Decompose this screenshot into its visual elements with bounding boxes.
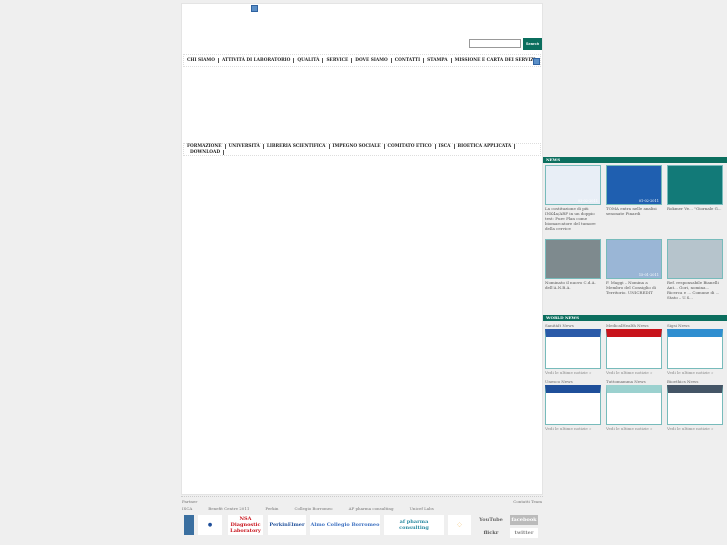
world-news-panel: WORLD NEWS SanitàIt News Vedi le ultime n… [543, 315, 727, 440]
news-item[interactable]: Ref. responsabile Bianelli Ant... Gori, … [667, 239, 723, 300]
search-button[interactable]: Search [523, 38, 542, 50]
nav-item[interactable]: ISCA [436, 144, 455, 150]
world-news-thumbnail[interactable] [667, 329, 723, 369]
news-item[interactable]: Rokmer Ve... "Giornale G... [667, 165, 723, 211]
footer-label: Perkin [265, 506, 279, 511]
top-nav: CHI SIAMO ATTIVITÀ DI LABORATORIO QUALIT… [183, 54, 541, 67]
search-input[interactable] [469, 39, 521, 48]
flickr-link[interactable]: flickr [477, 528, 505, 538]
isca-logo[interactable] [184, 515, 194, 535]
world-news-item: Bioethics News Vedi le ultime notizie » [667, 379, 723, 431]
news-date: 01-02-2011 [638, 199, 659, 203]
world-news-link[interactable]: Vedi le ultime notizie » [545, 426, 601, 431]
world-news-thumbnail[interactable] [606, 329, 662, 369]
news-item[interactable]: 01-02-2011 TOMA entra nelle analisi senon… [606, 165, 662, 216]
world-news-item: MedicalHealth News Vedi le ultime notizie… [606, 323, 662, 375]
news-item[interactable]: Nominato il nuovo C.d.A. dell'A.N.B.A. [545, 239, 601, 290]
news-thumbnail[interactable] [667, 165, 723, 205]
footer-label: Unicef Labs [409, 506, 434, 511]
news-caption[interactable]: F. Maggi – Nomina a Membro del Consiglio… [606, 280, 662, 295]
broken-image-icon [533, 58, 540, 65]
news-caption[interactable]: La costituzione di più INK4a/ARF in un d… [545, 206, 601, 231]
world-news-thumbnail[interactable] [667, 385, 723, 425]
nav-item[interactable]: UNIVERSITÀ [226, 144, 264, 150]
news-item[interactable]: 03-02-2011 La costituzione di più INK4a/A… [545, 165, 601, 231]
world-news-thumbnail[interactable] [606, 385, 662, 425]
news-thumbnail[interactable] [667, 239, 723, 279]
twitter-link[interactable]: twitter [510, 528, 538, 538]
world-news-header: WORLD NEWS [543, 315, 727, 321]
nsa-logo[interactable]: NSA Diagnostic Laboratory [228, 515, 263, 535]
footer-label: ISCA [182, 506, 193, 511]
news-item[interactable]: 15-01-2011 F. Maggi – Nomina a Membro del… [606, 239, 662, 295]
nav-item[interactable]: FORMAZIONE [187, 144, 226, 150]
main-content: Search CHI SIAMO ATTIVITÀ DI LABORATORIO… [181, 3, 543, 495]
af-pharma-logo[interactable]: af pharma consulting [384, 515, 444, 535]
nav-item[interactable]: CHI SIAMO [187, 58, 219, 63]
world-news-link[interactable]: Vedi le ultime notizie » [606, 370, 662, 375]
world-news-item: Sigsi News Vedi le ultime notizie » [667, 323, 723, 375]
benefit-logo[interactable]: ● [198, 515, 222, 535]
world-news-item: SanitàIt News Vedi le ultime notizie » [545, 323, 601, 375]
world-news-thumbnail[interactable] [545, 329, 601, 369]
nav-item[interactable]: STAMPA [424, 58, 452, 63]
borromeo-logo[interactable]: Almo Collegio Borromeo [310, 515, 380, 535]
nav-item[interactable]: BIOETICA APPLICATA [455, 144, 516, 150]
footer-label: Benefit Centre 2011 [208, 506, 250, 511]
news-thumbnail[interactable]: 15-01-2011 [606, 239, 662, 279]
news-thumbnail[interactable]: 01-02-2011 [606, 165, 662, 205]
news-header: NEWS [543, 157, 727, 163]
perkinelmer-logo[interactable]: PerkinElmer [268, 515, 306, 535]
nav-item[interactable]: IMPEGNO SOCIALE [330, 144, 385, 150]
news-thumbnail[interactable]: 03-02-2011 [545, 165, 601, 205]
nav-item[interactable]: ATTIVITÀ DI LABORATORIO [219, 58, 295, 63]
news-caption[interactable]: Nominato il nuovo C.d.A. dell'A.N.B.A. [545, 280, 601, 290]
news-date: 03-02-2011 [577, 199, 598, 203]
broken-image-icon [251, 5, 258, 12]
news-panel: NEWS 03-02-2011 La costituzione di più IN… [543, 157, 727, 315]
secondary-nav: FORMAZIONE UNIVERSITÀ LIBRERIA SCIENTIFI… [183, 143, 541, 156]
world-news-link[interactable]: Vedi le ultime notizie » [667, 426, 723, 431]
news-caption[interactable]: Rokmer Ve... "Giornale G... [667, 206, 723, 211]
nav-item[interactable]: DOVE SIAMO [352, 58, 392, 63]
nav-item[interactable]: SERVICE [323, 58, 353, 63]
nav-item[interactable]: COMITATO ETICO [385, 144, 436, 150]
youtube-link[interactable]: YouTube [477, 515, 505, 525]
facebook-link[interactable]: facebook [510, 515, 538, 525]
footer: Partner Contatti Team ISCA Benefit Centr… [181, 495, 543, 545]
partner-label: Partner [182, 499, 198, 504]
news-thumbnail[interactable] [545, 239, 601, 279]
news-caption[interactable]: TOMA entra nelle analisi senonate Pinard… [606, 206, 662, 216]
news-date: 15-01-2011 [638, 273, 659, 277]
world-news-link[interactable]: Vedi le ultime notizie » [667, 370, 723, 375]
world-news-item: Tuttomamma News Vedi le ultime notizie » [606, 379, 662, 431]
news-caption[interactable]: Ref. responsabile Bianelli Ant... Gori, … [667, 280, 723, 300]
world-news-link[interactable]: Vedi le ultime notizie » [606, 426, 662, 431]
nav-item[interactable]: CONTATTI [392, 58, 425, 63]
unicef-labs-logo[interactable]: ◌ [448, 515, 471, 535]
contact-link[interactable]: Contatti Team [513, 499, 542, 504]
world-news-item: Unesco News Vedi le ultime notizie » [545, 379, 601, 431]
nav-item[interactable]: QUALITÀ [294, 58, 324, 63]
world-news-thumbnail[interactable] [545, 385, 601, 425]
nav-item[interactable]: DOWNLOAD [187, 149, 225, 155]
world-news-link[interactable]: Vedi le ultime notizie » [545, 370, 601, 375]
nav-item[interactable]: LIBRERIA SCIENTIFICA [264, 144, 330, 150]
nav-item[interactable]: MISSIONE E CARTA DEI SERVIZI [452, 58, 540, 63]
footer-label: AF pharma consulting [348, 506, 394, 511]
footer-label: Collegio Borromeo [294, 506, 333, 511]
